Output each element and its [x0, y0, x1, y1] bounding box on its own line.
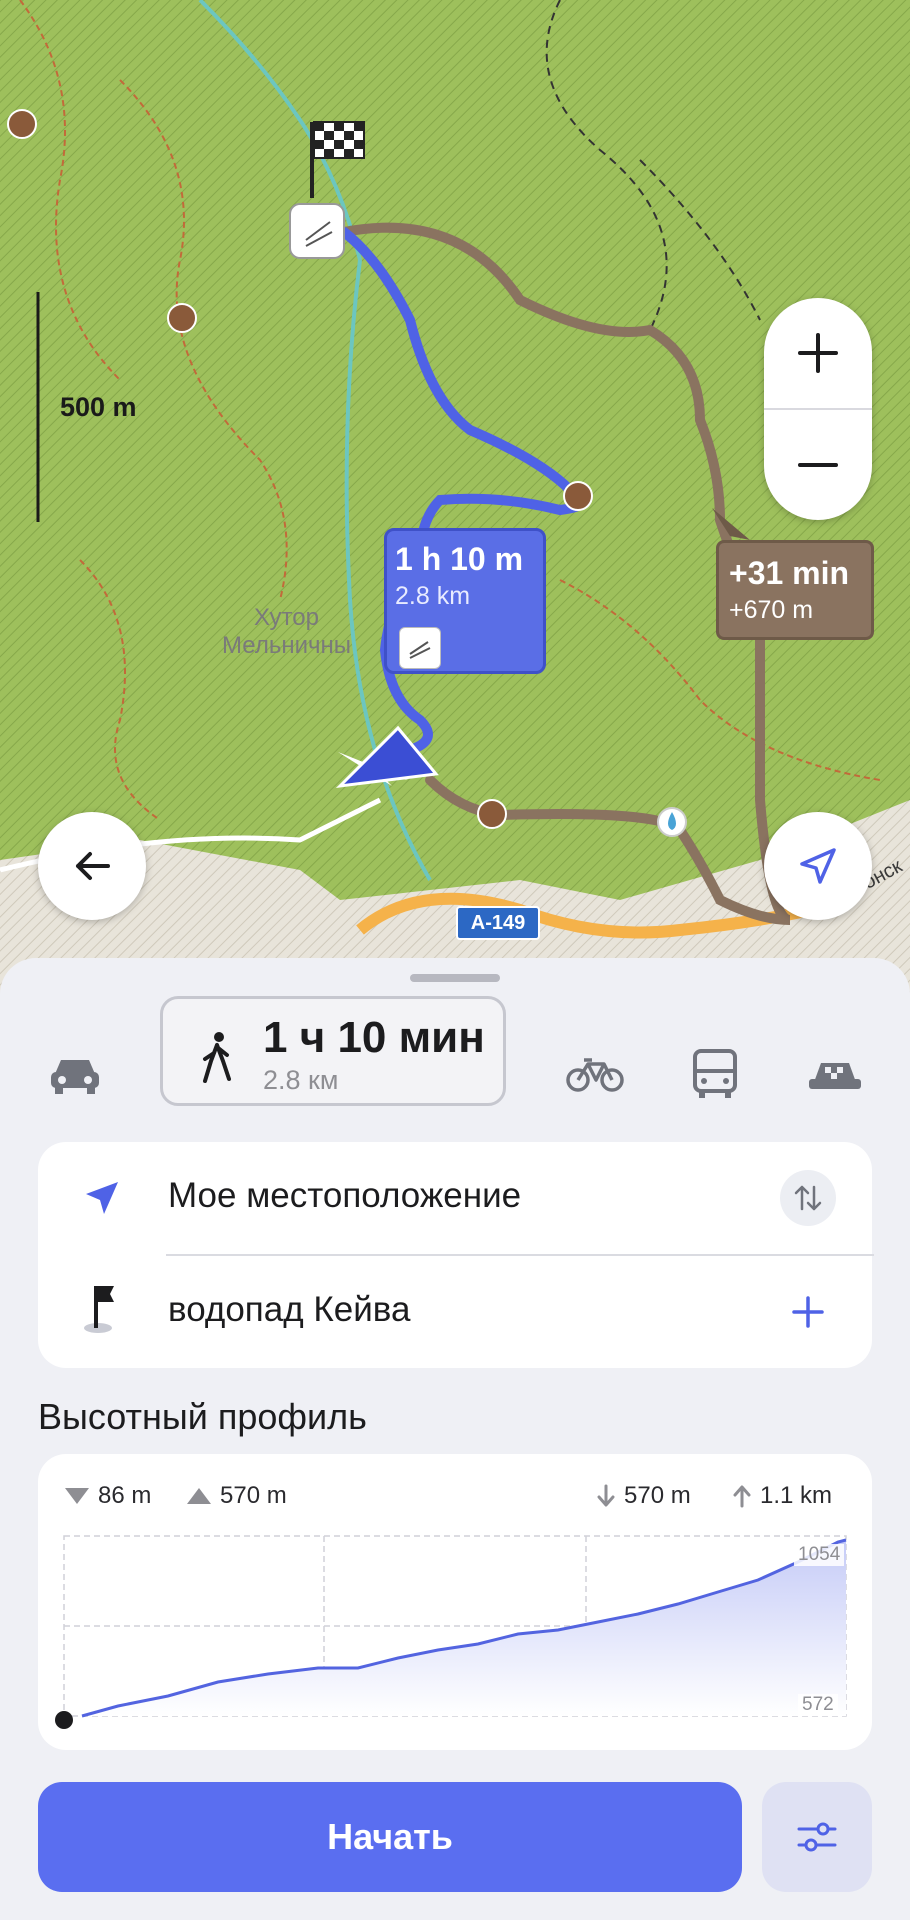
route-duration: 1 h 10 m [395, 541, 524, 577]
taxi-icon [809, 1063, 861, 1089]
mode-bus[interactable] [680, 1018, 750, 1130]
scale-label: 500 m [60, 392, 137, 422]
walk-icon [203, 1032, 231, 1083]
route-from-label: Мое местоположение [168, 1176, 522, 1215]
zoom-out-button[interactable] [764, 410, 872, 520]
bicycle-icon [566, 1058, 624, 1092]
mode-walk-selected[interactable]: 1 ч 10 мин 2.8 км [160, 996, 506, 1106]
elevation-card[interactable]: 86 m 570 m 570 m 1.1 km 1054 572 [38, 1454, 872, 1750]
trail-icon [399, 627, 441, 669]
mode-car[interactable] [40, 1018, 110, 1130]
map-view[interactable]: 500 m Хутор Мельничны А-149 Эстонск 1 h … [0, 0, 910, 1000]
sheet-handle[interactable] [410, 974, 500, 982]
bus-icon [693, 1049, 737, 1098]
back-button[interactable] [38, 812, 146, 920]
route-to-row[interactable]: водопад Кейва [38, 1256, 872, 1368]
route-options-button[interactable] [762, 1782, 872, 1892]
swap-arrows-icon [794, 1185, 822, 1211]
mode-taxi[interactable] [800, 1018, 870, 1130]
location-arrow-icon [86, 1182, 118, 1214]
car-icon [51, 1060, 99, 1094]
place-label: Хутор Мельничны [222, 604, 351, 660]
route-sheet: 1 ч 10 мин 2.8 км Мое местоположение вод… [0, 958, 910, 1920]
minus-icon [798, 463, 838, 467]
mode-bicycle[interactable] [560, 1018, 630, 1130]
route-to-label: водопад Кейва [168, 1290, 411, 1329]
route-info-bubble[interactable]: 1 h 10 m 2.8 km [384, 528, 546, 674]
elevation-chart [55, 1535, 847, 1729]
axis-top-label: 1054 [794, 1544, 845, 1566]
alt-extra-distance: +670 m [729, 596, 814, 624]
selected-distance: 2.8 км [263, 1065, 339, 1095]
route-endpoints-card: Мое местоположение водопад Кейва [38, 1142, 874, 1368]
elevation-title: Высотный профиль [38, 1396, 367, 1437]
place-label-line1: Хутор [254, 604, 319, 631]
alt-route-bubble[interactable]: +31 min +670 m [716, 540, 874, 640]
arrow-left-icon [76, 852, 110, 880]
zoom-control [764, 298, 872, 520]
road-badge: А-149 [456, 906, 540, 940]
navigation-arrow-icon [800, 848, 836, 884]
start-button[interactable]: Начать [38, 1782, 742, 1892]
sliders-icon [797, 1822, 837, 1852]
flag-icon [84, 1286, 114, 1333]
alt-extra-time: +31 min [729, 555, 850, 591]
route-from-row[interactable]: Мое местоположение [38, 1142, 872, 1254]
swap-button[interactable] [780, 1170, 836, 1226]
place-label-line2: Мельничны [222, 632, 351, 659]
plus-icon [792, 1296, 824, 1328]
my-location-button[interactable] [764, 812, 872, 920]
zoom-in-button[interactable] [764, 298, 872, 408]
route-distance: 2.8 km [395, 582, 471, 610]
add-waypoint-button[interactable] [780, 1284, 836, 1340]
axis-bottom-label: 572 [798, 1694, 838, 1716]
selected-duration: 1 ч 10 мин [263, 1013, 485, 1062]
plus-icon [798, 333, 838, 373]
